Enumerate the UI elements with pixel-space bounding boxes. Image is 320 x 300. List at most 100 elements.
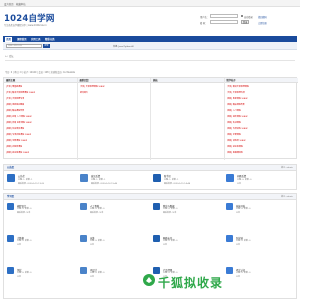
search-bar: 请输入搜索内容 搜索 热搜: Java Python AI xyxy=(3,42,297,50)
course-forum-card[interactable]: 区块链 主题: 0, 帖数: 0 从未 xyxy=(226,235,292,249)
post-link[interactable]: [视频] 高级 进阶课程 1080P xyxy=(6,121,32,124)
forum-card[interactable]: 问题反馈 主题: 0, 帖数: 0 从未 xyxy=(226,172,292,192)
course-forum-card[interactable]: 编程语言 主题: 0, 帖数: 0 最后发表: 从未 xyxy=(7,203,73,217)
post-link[interactable]: [视频] 精品课程合集 xyxy=(6,109,24,112)
forum-last-post: 从未 xyxy=(236,243,241,246)
main-nav: 首页 课程首页 实用工具 精彩分类 xyxy=(3,36,297,42)
course-forum-card[interactable]: 运维 主题: 0, 帖数: 0 从未 xyxy=(80,235,146,249)
course-forum-card[interactable]: 测试 主题: 0, 帖数: 0 从未 xyxy=(7,267,73,281)
post-link[interactable]: [视频] 全套课程 1080P xyxy=(6,139,27,142)
forum-card[interactable]: 新手区 主题: 1, 帖数: 1 最后发表: 2020-5-15 14:44 xyxy=(153,172,219,192)
find-password-link[interactable]: 找回密码 xyxy=(258,15,267,19)
course-forum-card[interactable]: 前端开发 主题: 0, 帖数: 0 从未 xyxy=(226,203,292,217)
section-title[interactable]: 学习区 xyxy=(7,195,14,198)
search-button[interactable]: 搜索 xyxy=(43,44,50,49)
post-link[interactable]: [视频] 全套课程 xyxy=(227,133,241,136)
post-link[interactable]: [天体] 天体物理专项 xyxy=(227,91,245,94)
breadcrumb[interactable]: ⌂ › 论坛 xyxy=(5,54,13,58)
forum-icon xyxy=(153,174,161,182)
section-title[interactable]: 公告区 xyxy=(7,166,14,169)
post-title[interactable]: 高级 进阶课程 1080P xyxy=(12,122,32,124)
login-button[interactable]: 登录 xyxy=(241,19,249,24)
forum-card[interactable]: 公告栏 主题: 1, 帖数: 1 最后发表: 2020-5-15 13:20 xyxy=(7,172,73,192)
post-title[interactable]: 初级 入门课程 1080P xyxy=(12,116,32,118)
set-homepage-link[interactable]: 设为首页 xyxy=(4,2,14,6)
forum-card[interactable]: 意见反馈 主题: 1, 帖数: 1 最后发表: 2020-5-16 15:46 xyxy=(80,172,146,192)
post-link[interactable]: [视频] 系统课程 1080P xyxy=(227,97,248,100)
post-link[interactable]: [视频] 直播课回放 xyxy=(227,151,243,154)
forum-last-post: 最后发表: 从未 xyxy=(17,211,31,214)
post-title[interactable]: 专项训练课程 1080P xyxy=(12,134,31,136)
post-title[interactable]: 就业班课程 1080P xyxy=(12,152,29,154)
post-title[interactable]: 精讲天体物理课程 1080P xyxy=(12,92,35,94)
post-link[interactable]: [天体] 天体物理专项 xyxy=(6,97,24,100)
post-link[interactable]: [视频] 进阶课程 1080P xyxy=(227,115,248,118)
post-link[interactable]: [视频] 就业班课程 1080P xyxy=(6,151,29,154)
post-title[interactable]: 实战项目课程 xyxy=(12,128,24,130)
post-title[interactable]: 就业班课程 xyxy=(232,146,243,148)
username-input[interactable] xyxy=(210,14,238,18)
post-title[interactable]: 天体物理专项 xyxy=(232,92,245,94)
post-link[interactable]: [视频] 专项训练 1080P xyxy=(227,127,248,130)
course-forum-card[interactable]: 考试认证 主题: 0, 帖数: 0 从未 xyxy=(226,267,292,281)
column-featured: 精华帖子 [天体] 精讲天体物理课程 [天体] 天体物理专项 [视频] 系统课程 1… xyxy=(224,78,298,160)
column-hot-posts: 热帖 xyxy=(151,78,225,160)
course-forum-card[interactable]: 人工智能 主题: 0, 帖数: 0 最后发表: 从未 xyxy=(80,203,146,217)
post-link[interactable]: [视频] 实战项目课程 xyxy=(6,127,24,130)
post-title[interactable]: 精讲天体物理课程 xyxy=(232,86,249,88)
post-link[interactable]: [视频] 初级 入门课程 1080P xyxy=(6,115,32,118)
nav-item-home[interactable]: 首页 xyxy=(5,36,13,42)
auto-login-label: 自动登录 xyxy=(244,16,253,19)
search-input[interactable]: 请输入搜索内容 xyxy=(6,44,42,49)
post-title[interactable]: 专项训练 1080P xyxy=(232,128,248,130)
post-title[interactable]: 直播课回放 xyxy=(232,152,243,154)
post-title[interactable]: 天体物理专项 xyxy=(12,98,24,100)
bookmark-link[interactable]: 收藏本站 xyxy=(16,2,26,6)
post-title[interactable]: 入门课程 xyxy=(232,110,241,112)
post-link[interactable]: [视频] 训练营 1080P xyxy=(227,139,246,142)
post-link[interactable]: [视频] 训练营课程 xyxy=(6,145,22,148)
post-title[interactable]: 训练营 1080P xyxy=(232,140,246,142)
post-title[interactable]: 全套课程 xyxy=(232,134,241,136)
post-link[interactable]: [视频] 精品课程合集 xyxy=(227,103,245,106)
post-link[interactable]: [天体] 零基础课程 xyxy=(6,85,22,88)
post-title[interactable]: 提供资料 xyxy=(80,92,88,94)
column-header: 最新主题 xyxy=(4,78,77,83)
post-title[interactable]: 天体物理课程 1080P xyxy=(85,86,105,88)
post-title[interactable]: 进阶课程 1080P xyxy=(232,116,248,118)
post-link[interactable]: [天体] 精讲天体物理课程 1080P xyxy=(6,91,35,94)
auto-login-checkbox[interactable] xyxy=(241,15,243,17)
post-title[interactable]: 系统课程 1080P xyxy=(232,98,248,100)
course-forum-card[interactable]: UI设计 主题: 0, 帖数: 0 从未 xyxy=(80,267,146,281)
course-forum-card[interactable]: 大数据 主题: 0, 帖数: 0 从未 xyxy=(7,235,73,249)
post-link[interactable]: [视频] 入门课程 xyxy=(227,109,241,112)
latest-posts-grid: 最新主题 [天体] 零基础课程 [天体] 精讲天体物理课程 1080P [天体] 天… xyxy=(3,77,298,160)
post-link[interactable]: 提供资料 xyxy=(80,91,88,94)
post-link[interactable]: [视频] 就业班课程 xyxy=(227,145,243,148)
post-title[interactable]: 精品课程合集 xyxy=(12,110,24,112)
forum-icon xyxy=(80,203,87,210)
forum-last-post: 从未 xyxy=(90,275,95,278)
hot-searches[interactable]: 热搜: Java Python AI xyxy=(113,45,133,48)
password-input[interactable] xyxy=(210,19,238,24)
post-title[interactable]: 训练营课程 xyxy=(12,146,22,148)
post-link[interactable]: [视频] 系统班完整版 xyxy=(6,103,24,106)
post-title[interactable]: 零基础课程 xyxy=(12,86,22,88)
post-title[interactable]: 全套课程 1080P xyxy=(12,140,27,142)
forum-icon xyxy=(7,174,15,182)
post-link[interactable]: [视频] 专项训练课程 1080P xyxy=(6,133,31,136)
course-forum-card[interactable]: 网络安全 主题: 0, 帖数: 0 从未 xyxy=(153,235,219,249)
post-link[interactable]: [天体] 精讲天体物理课程 xyxy=(227,85,249,88)
course-forum-card[interactable]: 爬虫与数据 主题: 0, 帖数: 0 最后发表: 从未 xyxy=(153,203,219,217)
nav-item-tools[interactable]: 实用工具 xyxy=(31,37,41,41)
forum-icon xyxy=(7,235,14,242)
register-link[interactable]: 立即注册 xyxy=(258,21,267,25)
forum-icon xyxy=(7,203,14,210)
post-title[interactable]: 实战课程 xyxy=(232,122,241,124)
post-link[interactable]: [视频] 实战课程 xyxy=(227,121,241,124)
post-title[interactable]: 系统班完整版 xyxy=(12,104,24,106)
nav-item-courses[interactable]: 课程首页 xyxy=(17,37,27,41)
post-title[interactable]: 精品课程合集 xyxy=(232,104,245,106)
post-link[interactable]: [天体] 天体物理课程 1080P xyxy=(80,85,105,88)
nav-item-categories[interactable]: 精彩分类 xyxy=(45,37,55,41)
